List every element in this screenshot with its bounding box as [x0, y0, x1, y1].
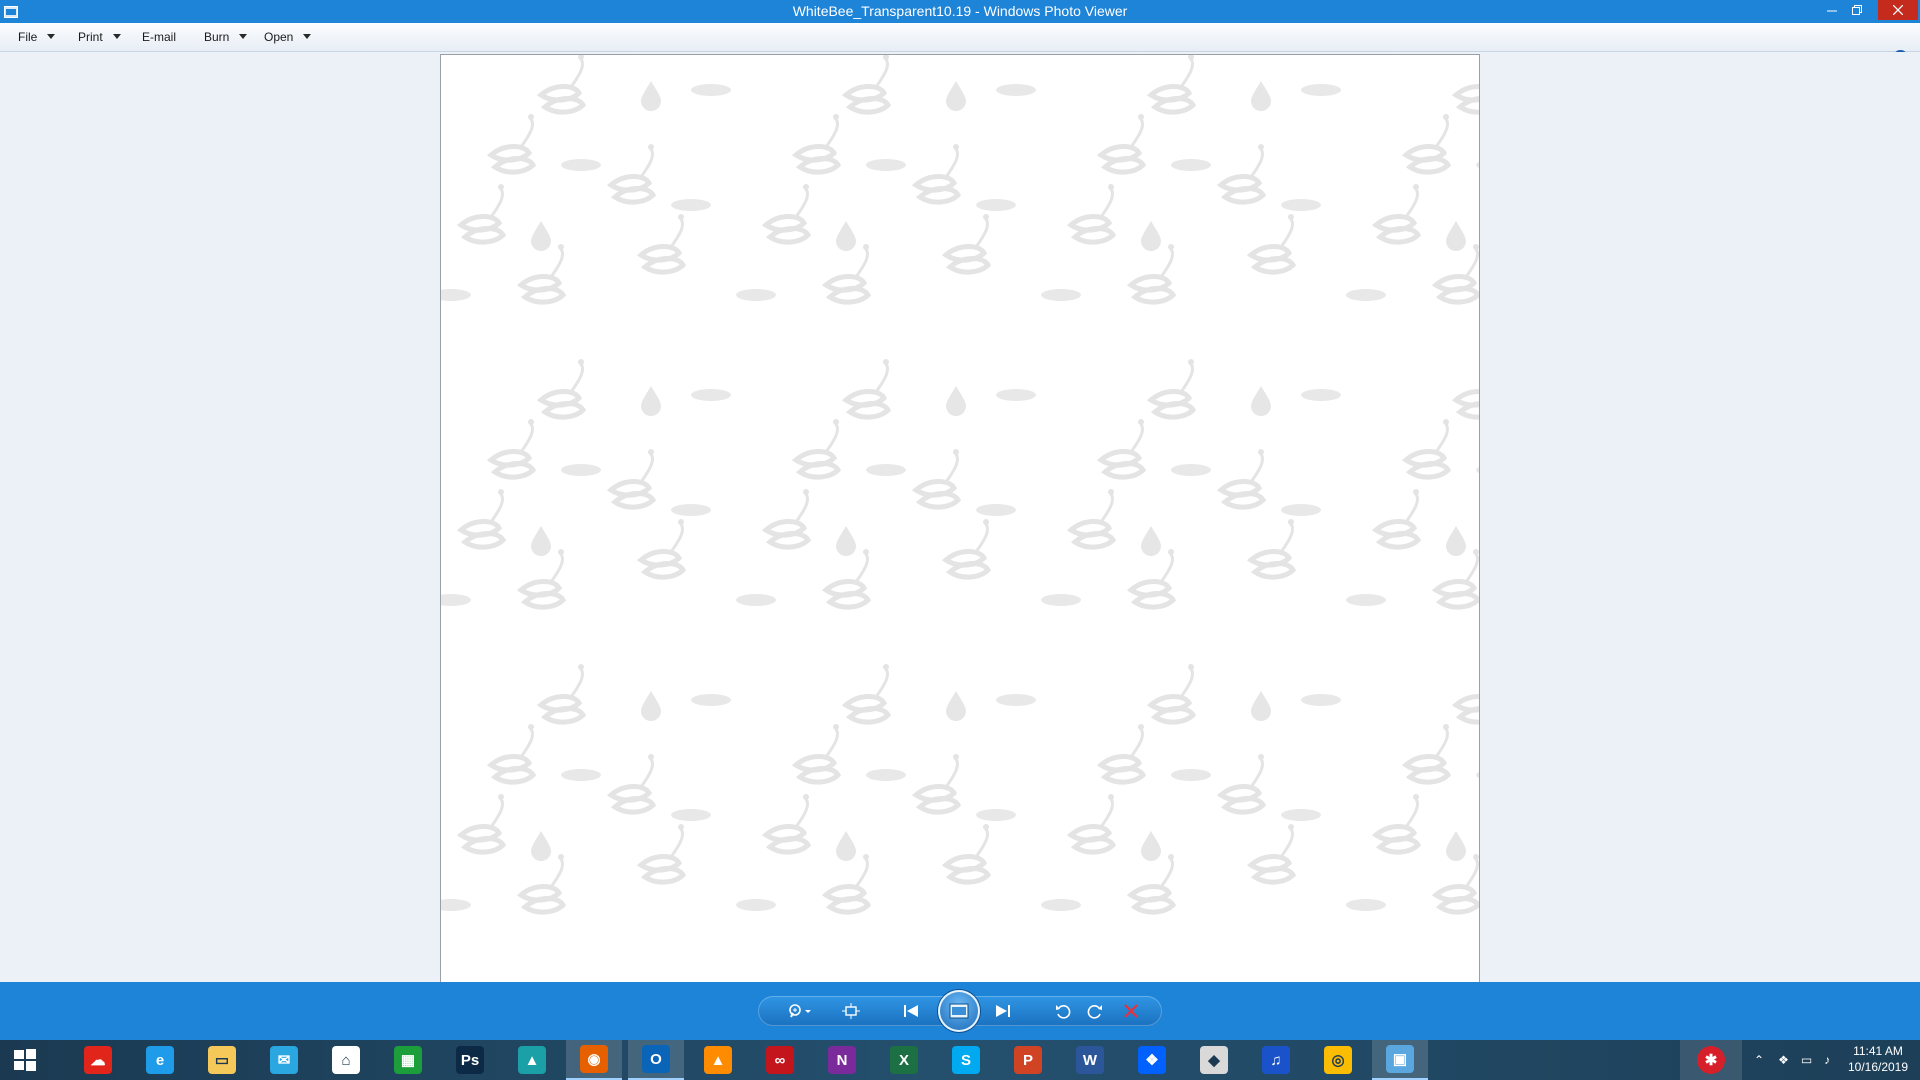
- internet-explorer-icon: e: [146, 1046, 174, 1074]
- tray-app-button[interactable]: ✱: [1680, 1040, 1742, 1080]
- taskbar-app-audio-app[interactable]: ♫: [1248, 1040, 1304, 1080]
- rotate-left-button[interactable]: [1048, 996, 1078, 1026]
- start-button[interactable]: [0, 1040, 50, 1080]
- viewer-controls-bar: [0, 982, 1920, 1040]
- taskbar-app-skype[interactable]: S: [938, 1040, 994, 1080]
- chevron-down-icon: [239, 34, 248, 40]
- menu-open[interactable]: Open: [264, 23, 312, 51]
- taskbar-app-internet-explorer[interactable]: e: [132, 1040, 188, 1080]
- clock-time: 11:41 AM: [1853, 1044, 1903, 1058]
- inkscape-icon: ◆: [1200, 1046, 1228, 1074]
- volume-icon[interactable]: ♪: [1824, 1053, 1830, 1067]
- slideshow-icon: [949, 1003, 969, 1019]
- clock-date: 10/16/2019: [1847, 1060, 1909, 1074]
- chrome-icon: ◎: [1324, 1046, 1352, 1074]
- previous-button[interactable]: [888, 996, 934, 1026]
- menu-burn[interactable]: Burn: [204, 23, 248, 51]
- home-icon: ⌂: [332, 1046, 360, 1074]
- taskbar-app-dropbox[interactable]: ❖: [1124, 1040, 1180, 1080]
- photos-icon: ▲: [518, 1046, 546, 1074]
- taskbar-app-vlc[interactable]: ▲: [690, 1040, 746, 1080]
- taskbar-app-excel[interactable]: X: [876, 1040, 932, 1080]
- rotate-right-button[interactable]: [1080, 996, 1110, 1026]
- tray-app-icon: ✱: [1697, 1046, 1725, 1074]
- outlook-icon: O: [642, 1045, 670, 1073]
- rotate-left-icon: [1056, 1005, 1071, 1019]
- show-hidden-icons-icon[interactable]: ⌃: [1754, 1053, 1764, 1067]
- menu-bar: File Print E-mail Burn Open ?: [0, 23, 1920, 65]
- minimize-button[interactable]: [1818, 0, 1846, 20]
- menu-email[interactable]: E-mail: [142, 23, 176, 51]
- skype-icon: S: [952, 1046, 980, 1074]
- title-bar[interactable]: WhiteBee_Transparent10.19 - Windows Phot…: [0, 0, 1920, 23]
- taskbar-app-home[interactable]: ⌂: [318, 1040, 374, 1080]
- zoom-icon: [789, 1004, 811, 1018]
- actual-size-button[interactable]: [834, 996, 868, 1026]
- close-icon: [1893, 5, 1903, 15]
- vlc-icon: ▲: [704, 1046, 732, 1074]
- menu-print[interactable]: Print: [78, 23, 121, 51]
- store-icon: ▦: [394, 1046, 422, 1074]
- rotate-right-icon: [1087, 1005, 1102, 1019]
- taskbar-app-powerpoint[interactable]: P: [1000, 1040, 1056, 1080]
- taskbar-app-file-explorer[interactable]: ▭: [194, 1040, 250, 1080]
- taskbar-app-onenote[interactable]: N: [814, 1040, 870, 1080]
- mail-icon: ✉: [270, 1046, 298, 1074]
- dropbox-icon: ❖: [1138, 1046, 1166, 1074]
- taskbar-app-mail[interactable]: ✉: [256, 1040, 312, 1080]
- photoshop-icon: Ps: [456, 1046, 484, 1074]
- previous-icon: [904, 1005, 918, 1017]
- taskbar-app-inkscape[interactable]: ◆: [1186, 1040, 1242, 1080]
- taskbar-app-word[interactable]: W: [1062, 1040, 1118, 1080]
- taskbar-app-photoshop[interactable]: Ps: [442, 1040, 498, 1080]
- taskbar-app-firefox[interactable]: ◉: [566, 1040, 622, 1080]
- audio-app-icon: ♫: [1262, 1046, 1290, 1074]
- menu-file[interactable]: File: [18, 23, 56, 51]
- windows-taskbar: ☁ e ▭ ✉ ⌂ ▦ Ps ▲ ◉ O ▲ ∞ N X S P W ❖ ◆ ♫ ◎ ▣ ✱ ⌃ ❖ ▭ ♪ 11:41 …: [0, 1040, 1920, 1080]
- creative-cloud-icon: ☁: [84, 1046, 112, 1074]
- excel-icon: X: [890, 1046, 918, 1074]
- word-icon: W: [1076, 1046, 1104, 1074]
- file-explorer-icon: ▭: [208, 1046, 236, 1074]
- chevron-down-icon: [112, 34, 121, 40]
- delete-icon: [1124, 1004, 1138, 1018]
- next-icon: [996, 1005, 1010, 1017]
- delete-button[interactable]: [1116, 996, 1146, 1026]
- displayed-image: [440, 54, 1480, 984]
- bee-pattern-image: [441, 55, 1479, 983]
- minimize-icon: [1827, 10, 1837, 12]
- restore-button[interactable]: [1843, 0, 1871, 20]
- taskbar-app-store[interactable]: ▦: [380, 1040, 436, 1080]
- dropbox-tray-icon[interactable]: ❖: [1778, 1053, 1789, 1067]
- taskbar-app-photos[interactable]: ▲: [504, 1040, 560, 1080]
- taskbar-app-outlook[interactable]: O: [628, 1040, 684, 1080]
- network-icon[interactable]: ▭: [1801, 1053, 1812, 1067]
- firefox-icon: ◉: [580, 1045, 608, 1073]
- next-button[interactable]: [980, 996, 1026, 1026]
- close-window-button[interactable]: [1878, 0, 1918, 20]
- system-tray: ⌃ ❖ ▭ ♪: [1746, 1040, 1836, 1080]
- photo-viewer-icon: ▣: [1386, 1045, 1414, 1073]
- creative-cloud-desktop-icon: ∞: [766, 1046, 794, 1074]
- restore-icon: [1852, 5, 1862, 15]
- actual-size-icon: [842, 1003, 860, 1019]
- windows-logo-icon: [14, 1049, 36, 1071]
- taskbar-clock[interactable]: 11:41 AM 10/16/2019: [1838, 1043, 1918, 1075]
- window-title: WhiteBee_Transparent10.19 - Windows Phot…: [792, 3, 1128, 19]
- taskbar-app-creative-cloud[interactable]: ☁: [70, 1040, 126, 1080]
- taskbar-app-photo-viewer[interactable]: ▣: [1372, 1040, 1428, 1080]
- taskbar-app-creative-cloud-desktop[interactable]: ∞: [752, 1040, 808, 1080]
- image-viewer-area: [0, 52, 1920, 984]
- zoom-button[interactable]: [780, 996, 820, 1026]
- chevron-down-icon: [47, 34, 56, 40]
- chevron-down-icon: [303, 34, 312, 40]
- taskbar-app-chrome[interactable]: ◎: [1310, 1040, 1366, 1080]
- slideshow-button[interactable]: [938, 990, 980, 1032]
- onenote-icon: N: [828, 1046, 856, 1074]
- powerpoint-icon: P: [1014, 1046, 1042, 1074]
